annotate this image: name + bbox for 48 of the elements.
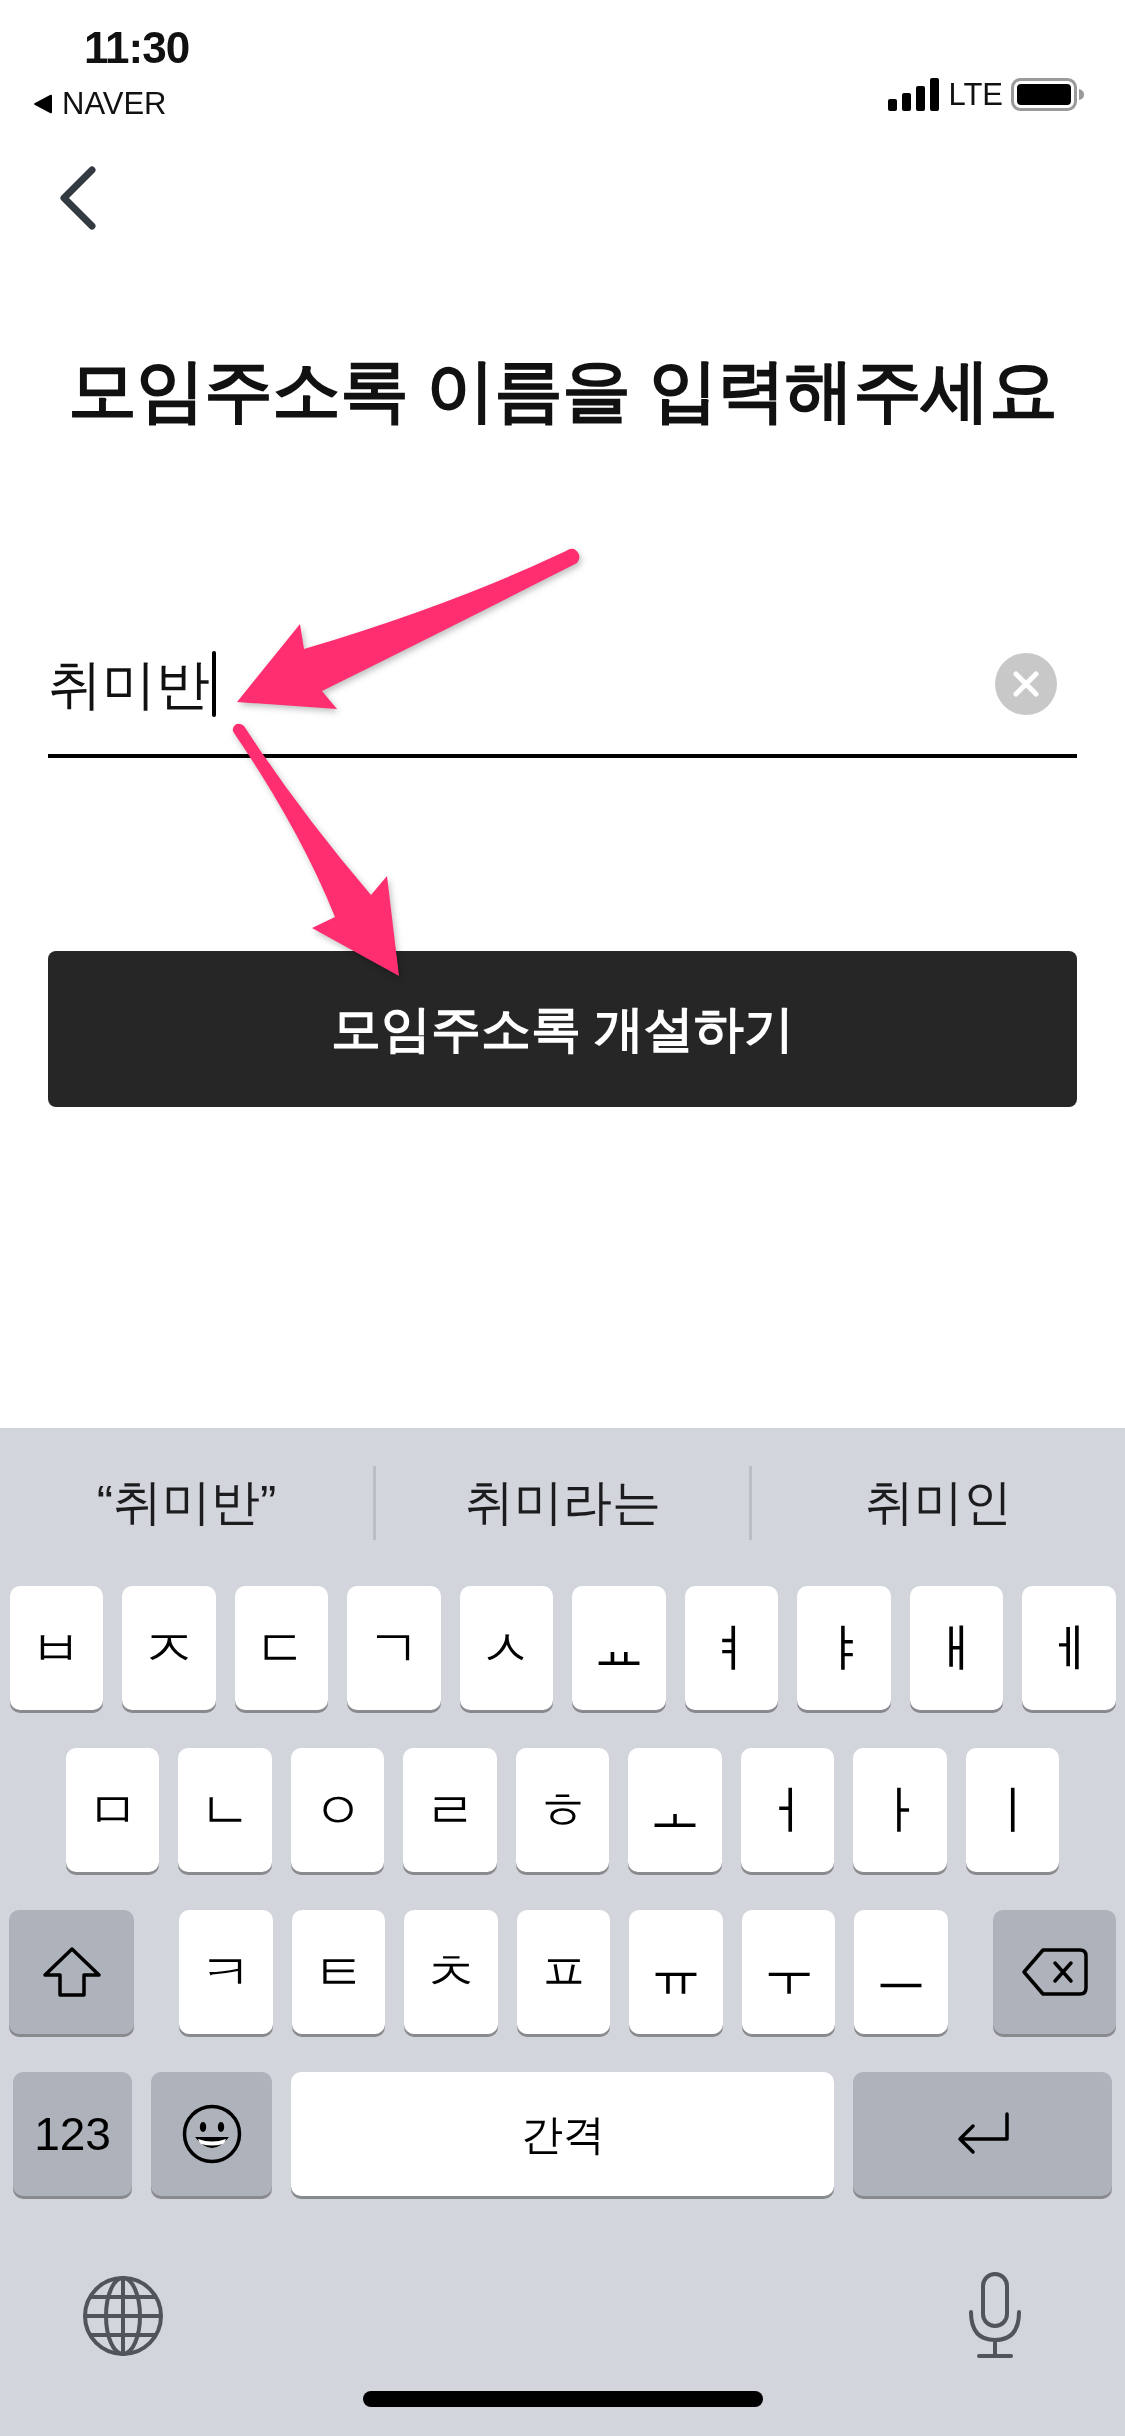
keyboard-key[interactable]: ㅌ (291, 1910, 386, 2034)
keyboard-key[interactable]: ㅔ (1022, 1586, 1116, 1710)
keyboard-key[interactable]: ㅣ (965, 1748, 1060, 1872)
keyboard-key[interactable]: ㅋ (179, 1910, 273, 2034)
delete-icon (1020, 1947, 1089, 1997)
suggestion-item[interactable]: 취미라는 (376, 1428, 749, 1578)
globe-icon[interactable] (82, 2275, 164, 2357)
keyboard-key[interactable]: ㅕ (684, 1586, 778, 1710)
keyboard-key[interactable]: ㅁ (65, 1748, 160, 1872)
space-key[interactable]: 간격 (291, 2072, 834, 2196)
suggestion-item[interactable]: 취미인 (752, 1428, 1125, 1578)
create-button[interactable]: 모임주소록 개설하기 (48, 950, 1077, 1107)
shift-key[interactable] (9, 1910, 134, 2034)
keyboard-key[interactable]: ㅠ (629, 1910, 723, 2034)
keyboard-key[interactable]: ㄱ (347, 1586, 441, 1710)
keyboard-key[interactable]: ㅅ (459, 1586, 553, 1710)
signal-icon (888, 77, 941, 111)
keyboard-key[interactable]: ㅓ (740, 1748, 835, 1872)
numbers-key[interactable]: 123 (13, 2072, 132, 2196)
keyboard-key[interactable]: ㅐ (909, 1586, 1003, 1710)
delete-key[interactable] (993, 1910, 1116, 2034)
battery-icon (1011, 77, 1085, 111)
keyboard-key[interactable]: ㅇ (290, 1748, 385, 1872)
status-time: 11:30 (84, 26, 190, 70)
keyboard-key[interactable]: ㅎ (515, 1748, 610, 1872)
page-title: 모임주소록 이름을 입력해주세요 (67, 351, 1058, 431)
keyboard-key[interactable]: ㄹ (403, 1748, 497, 1872)
back-icon[interactable] (58, 166, 98, 230)
network-label: LTE (948, 78, 1003, 110)
keyboard-key[interactable]: ㅜ (741, 1910, 836, 2034)
keyboard-key[interactable]: ㅑ (797, 1586, 891, 1710)
keyboard-key[interactable]: ㅍ (516, 1910, 611, 2034)
keyboard-key[interactable]: ㅡ (854, 1910, 948, 2034)
keyboard-key[interactable]: ㅂ (9, 1586, 103, 1710)
emoji-key[interactable] (151, 2072, 272, 2196)
suggestion-item[interactable]: “취미반” (0, 1428, 373, 1578)
keyboard-key[interactable]: ㅏ (853, 1748, 947, 1872)
keyboard-key[interactable]: ㄷ (234, 1586, 328, 1710)
keyboard-key[interactable]: ㄴ (178, 1748, 272, 1872)
keyboard-key[interactable]: ㅛ (572, 1586, 666, 1710)
keyboard-key[interactable]: ㅈ (122, 1586, 216, 1710)
back-triangle-icon[interactable] (32, 92, 54, 115)
smiley-icon (181, 2104, 242, 2164)
keyboard-key[interactable]: ㅊ (404, 1910, 498, 2034)
keyboard-key[interactable]: ㅗ (628, 1748, 722, 1872)
microphone-icon[interactable] (967, 2272, 1023, 2360)
shift-icon (41, 1946, 102, 1998)
back-app-link[interactable]: NAVER (62, 88, 167, 119)
